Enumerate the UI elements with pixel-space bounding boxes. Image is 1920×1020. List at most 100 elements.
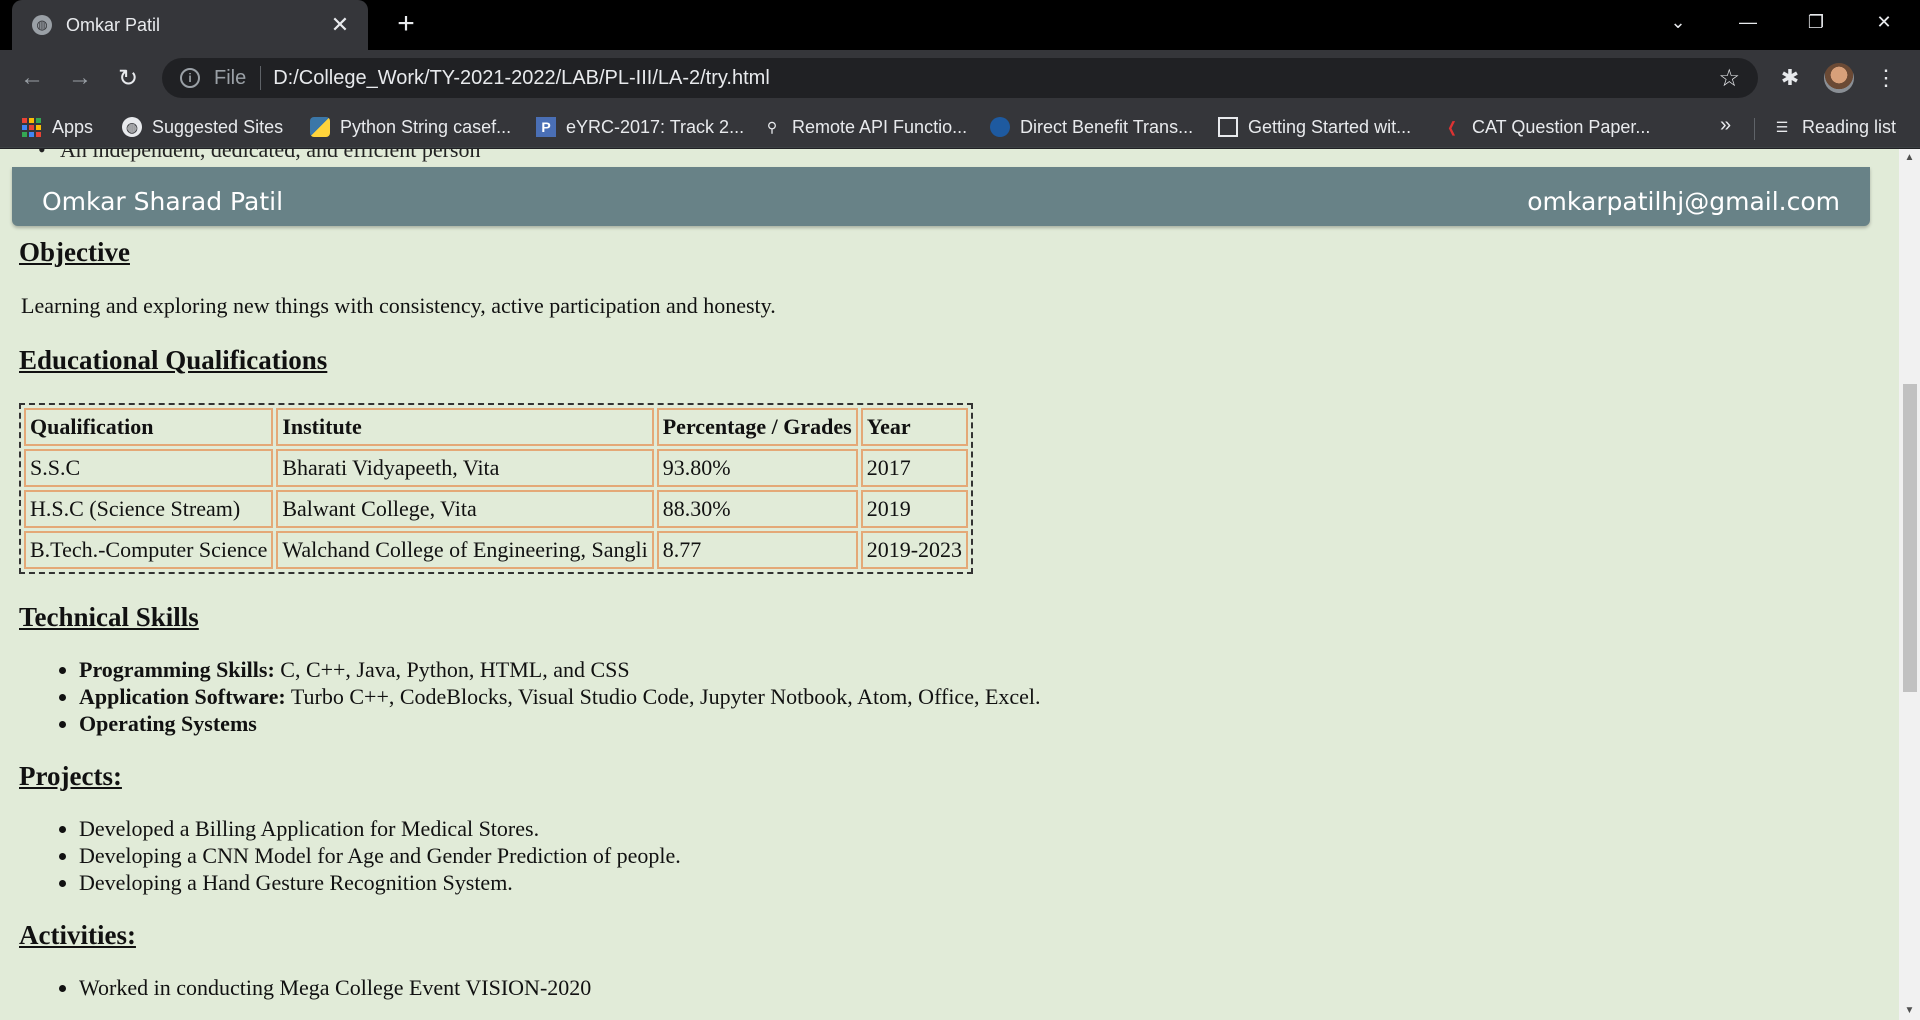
bookmark-label: Suggested Sites [152, 116, 284, 137]
skills-heading: Technical Skills [19, 602, 199, 632]
list-item: Worked in conducting Mega College Event … [79, 974, 1879, 1001]
list-item: Operating Systems [79, 710, 1879, 737]
objective-heading: Objective [19, 237, 130, 267]
table-cell: B.Tech.-Computer Science [24, 531, 274, 569]
bookmarks-divider [1754, 118, 1755, 140]
skill-value: C, C++, Java, Python, HTML, and CSS [274, 657, 630, 682]
omnibox-divider [260, 66, 262, 90]
partial-list-item: An independent, dedicated, and efficient… [38, 149, 480, 163]
bookmark-star-icon[interactable]: ☆ [1718, 64, 1740, 93]
dbt-icon [990, 117, 1010, 137]
activities-list: Worked in conducting Mega College Event … [79, 974, 1879, 1001]
minimize-button[interactable]: — [1718, 0, 1778, 44]
table-cell: 2019 [860, 490, 969, 528]
table-cell: H.S.C (Science Stream) [24, 490, 274, 528]
table-header-row: Qualification Institute Percentage / Gra… [24, 408, 969, 446]
bookmark-label: Apps [52, 116, 94, 137]
bookmark-label: Remote API Functio... [792, 116, 968, 137]
python-icon [310, 117, 330, 137]
table-row: S.S.C Bharati Vidyapeeth, Vita 93.80% 20… [24, 449, 969, 487]
scroll-down-arrow-icon[interactable]: ▼ [1899, 1002, 1920, 1020]
restore-button[interactable]: ❐ [1786, 0, 1846, 44]
resume-header: Omkar Sharad Patil omkarpatilhj@gmail.co… [12, 167, 1870, 226]
education-heading: Educational Qualifications [19, 345, 328, 375]
info-icon[interactable]: i [180, 68, 200, 88]
skill-label: Programming Skills: [79, 657, 275, 682]
doc-icon [1218, 117, 1238, 137]
tab-close-icon[interactable]: ✕ [326, 12, 354, 38]
list-item: Application Software: Turbo C++, CodeBlo… [79, 683, 1879, 710]
column-header: Percentage / Grades [656, 408, 858, 446]
robot-icon: ⚲ [766, 118, 778, 135]
skill-value: Turbo C++, CodeBlocks, Visual Studio Cod… [285, 684, 1041, 709]
bookmarks-bar: Apps ◍ Suggested Sites Python String cas… [0, 106, 1920, 148]
bookmark-label: eYRC-2017: Track 2... [566, 116, 745, 137]
bookmark-remote-api[interactable]: ⚲ Remote API Functio... [762, 114, 967, 140]
p-icon: P [536, 117, 556, 137]
bookmark-eyrc[interactable]: P eYRC-2017: Track 2... [536, 114, 744, 140]
reading-list-label: Reading list [1802, 116, 1897, 137]
list-item: Developed a Billing Application for Medi… [79, 815, 1879, 842]
tab-strip: ◍ Omkar Patil ✕ + ⌄ — ❐ ✕ [0, 0, 1920, 50]
bookmark-suggested-sites[interactable]: ◍ Suggested Sites [122, 114, 283, 140]
globe-icon: ◍ [32, 15, 52, 35]
resume-email: omkarpatilhj@gmail.com [1527, 187, 1840, 216]
apps-grid-icon [22, 117, 42, 137]
table-row: B.Tech.-Computer Science Walchand Colleg… [24, 531, 969, 569]
tab-title: Omkar Patil [66, 14, 161, 35]
reload-button[interactable]: ↻ [112, 62, 144, 94]
url-text[interactable]: D:/College_Work/TY-2021-2022/LAB/PL-III/… [273, 67, 770, 90]
bookmark-label: Getting Started wit... [1248, 116, 1412, 137]
column-header: Year [860, 408, 969, 446]
close-window-button[interactable]: ✕ [1854, 0, 1914, 44]
extensions-icon[interactable]: ✱ [1774, 62, 1806, 94]
scrollbar-thumb[interactable] [1903, 384, 1917, 692]
page-viewport: An independent, dedicated, and efficient… [0, 149, 1899, 1020]
menu-kebab-icon[interactable]: ⋮ [1870, 62, 1902, 94]
browser-toolbar: ← → ↻ i File D:/College_Work/TY-2021-202… [0, 50, 1920, 106]
table-cell: Bharati Vidyapeeth, Vita [276, 449, 654, 487]
bookmark-apps[interactable]: Apps [22, 114, 93, 140]
profile-avatar[interactable] [1824, 63, 1854, 93]
bookmark-dbt[interactable]: Direct Benefit Trans... [990, 114, 1193, 140]
bookmark-label: Python String casef... [340, 116, 512, 137]
bookmark-python[interactable]: Python String casef... [310, 114, 511, 140]
address-bar[interactable]: i File D:/College_Work/TY-2021-2022/LAB/… [162, 58, 1758, 98]
column-header: Institute [276, 408, 654, 446]
table-cell: S.S.C [24, 449, 274, 487]
table-row: H.S.C (Science Stream) Balwant College, … [24, 490, 969, 528]
resume-name: Omkar Sharad Patil [42, 187, 284, 216]
forward-button[interactable]: → [64, 62, 96, 94]
table-cell: 2019-2023 [860, 531, 969, 569]
table-cell: Balwant College, Vita [276, 490, 654, 528]
activities-heading: Activities: [19, 920, 136, 950]
education-table: Qualification Institute Percentage / Gra… [19, 403, 974, 574]
new-tab-button[interactable]: + [390, 9, 422, 41]
skills-list: Programming Skills: C, C++, Java, Python… [79, 656, 1879, 737]
back-button[interactable]: ← [16, 62, 48, 94]
vertical-scrollbar[interactable]: ▲ ▼ [1899, 149, 1920, 1020]
table-cell: 88.30% [656, 490, 858, 528]
table-cell: 8.77 [656, 531, 858, 569]
cat-icon: ❬ [1446, 118, 1458, 135]
url-scheme: File [214, 66, 247, 89]
reading-list-icon: ☰ [1775, 118, 1789, 135]
scroll-up-arrow-icon[interactable]: ▲ [1899, 149, 1920, 167]
table-cell: 93.80% [656, 449, 858, 487]
bookmark-label: CAT Question Paper... [1472, 116, 1651, 137]
tab-search-icon[interactable]: ⌄ [1648, 0, 1708, 44]
projects-list: Developed a Billing Application for Medi… [79, 815, 1879, 896]
tab-active[interactable]: ◍ Omkar Patil ✕ [12, 0, 368, 50]
bookmark-getting-started[interactable]: Getting Started wit... [1218, 114, 1411, 140]
objective-text: Learning and exploring new things with c… [21, 293, 776, 318]
bookmarks-overflow-button[interactable]: » [1720, 114, 1731, 137]
reading-list-button[interactable]: ☰ Reading list [1772, 114, 1896, 140]
list-item: Programming Skills: C, C++, Java, Python… [79, 656, 1879, 683]
skill-label: Operating Systems [79, 711, 257, 736]
projects-heading: Projects: [19, 761, 122, 791]
globe-icon: ◍ [122, 117, 142, 137]
column-header: Qualification [24, 408, 274, 446]
bookmark-cat[interactable]: ❬ CAT Question Paper... [1442, 114, 1650, 140]
table-cell: 2017 [860, 449, 969, 487]
table-cell: Walchand College of Engineering, Sangli [276, 531, 654, 569]
